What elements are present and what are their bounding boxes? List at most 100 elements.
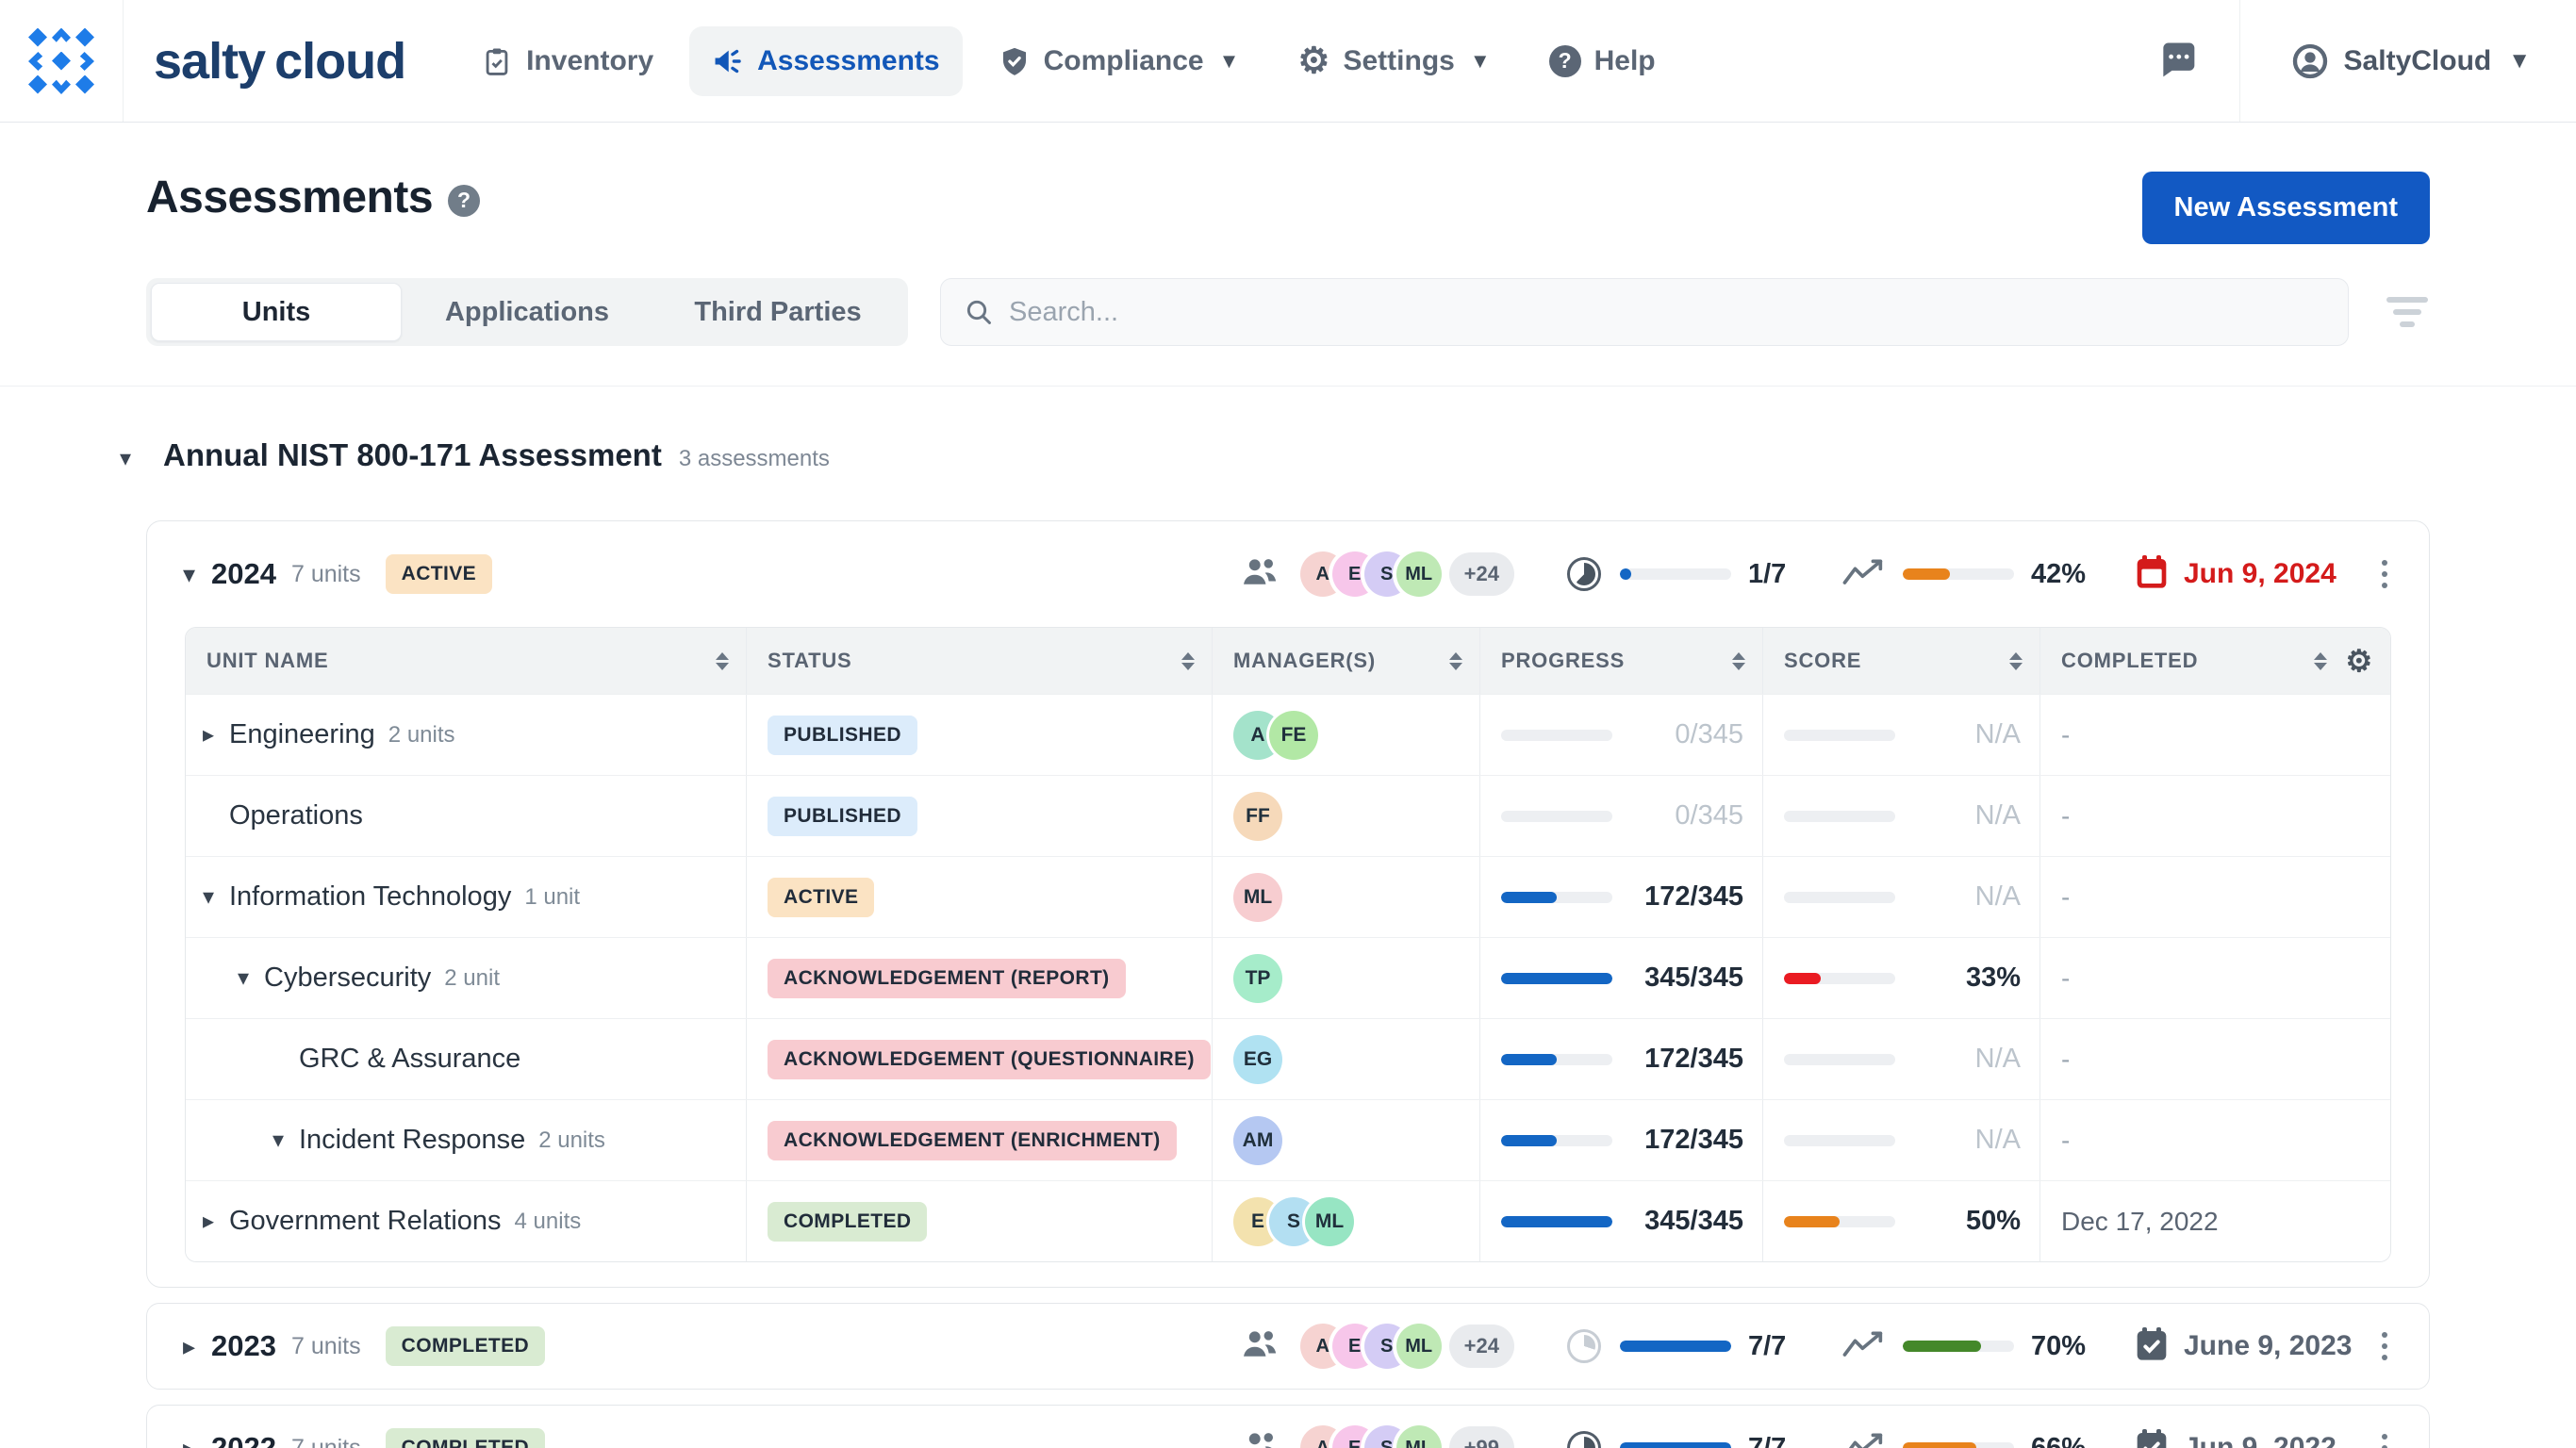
col-progress: PROGRESS [1479, 628, 1762, 694]
table-row[interactable]: GRC & Assurance ACKNOWLEDGEMENT (QUESTIO… [186, 1018, 2390, 1099]
unit-name-cell: ▾ Cybersecurity 2 unit [186, 938, 746, 1018]
assessment-units-count: 7 units [290, 560, 361, 587]
unit-name[interactable]: GRC & Assurance [299, 1044, 520, 1075]
table-row[interactable]: ▾ Information Technology 1 unit ACTIVE M… [186, 856, 2390, 937]
nav-help[interactable]: ? Help [1527, 26, 1678, 96]
unit-name[interactable]: Incident Response [299, 1125, 525, 1156]
avatar[interactable]: FE [1269, 710, 1318, 760]
status-badge: ACKNOWLEDGEMENT (ENRICHMENT) [768, 1120, 1177, 1160]
row-expand-caret[interactable]: ▾ [272, 1127, 299, 1154]
status-cell: ACKNOWLEDGEMENT (ENRICHMENT) [746, 1100, 1212, 1180]
section-collapse-caret[interactable]: ▾ [120, 445, 146, 472]
kebab-menu[interactable] [2372, 551, 2397, 598]
sort-toggle[interactable] [1732, 651, 1745, 670]
avatar[interactable]: ML [1395, 551, 1442, 597]
expand-caret-icon[interactable]: ▸ [183, 1332, 211, 1361]
navbar-right: SaltyCloud ▼ [2156, 0, 2576, 122]
kebab-menu[interactable] [2372, 1424, 2397, 1448]
row-expand-caret[interactable]: ▾ [203, 883, 229, 911]
completed-date: Jun 9, 2022 [2184, 1432, 2337, 1448]
user-menu[interactable]: SaltyCloud ▼ [2240, 42, 2576, 80]
assessment-2024-header[interactable]: ▾ 2024 7 units ACTIVE A E S ML +24 1/7 4… [147, 521, 2429, 627]
unit-name[interactable]: Information Technology [229, 881, 511, 913]
filter-icon[interactable] [2385, 297, 2430, 327]
row-expand-caret[interactable]: ▸ [203, 1208, 229, 1235]
managers-cell: E S ML [1212, 1181, 1479, 1261]
chat-bubble-icon [2162, 42, 2194, 77]
avatar[interactable]: ML [1305, 1196, 1354, 1246]
top-navbar: salty cloud Inventory Assessments Complia… [0, 0, 2576, 123]
row-expand-caret[interactable]: ▸ [203, 721, 229, 749]
managers-cell: ML [1212, 857, 1479, 937]
avatar-overflow-badge[interactable]: +99 [1448, 1426, 1514, 1448]
expand-caret-icon[interactable]: ▸ [183, 1434, 211, 1448]
collapse-caret-icon[interactable]: ▾ [183, 560, 211, 589]
tab-units[interactable]: Units [151, 283, 402, 341]
assessment-card-collapsed[interactable]: ▸ 2022 7 units COMPLETED A E S ML +99 7/… [146, 1405, 2430, 1448]
chat-bubble-button[interactable] [2156, 38, 2198, 84]
col-score: SCORE [1762, 628, 2039, 694]
sort-toggle[interactable] [1181, 651, 1195, 670]
unit-name[interactable]: Engineering [229, 719, 375, 750]
app-grid-button[interactable] [0, 0, 124, 122]
table-row[interactable]: ▸ Engineering 2 units PUBLISHED A FE 0/3… [186, 694, 2390, 775]
page-help-icon[interactable]: ? [448, 184, 481, 217]
column-settings-gear-icon[interactable]: ⚙ [2346, 646, 2374, 676]
sort-toggle[interactable] [716, 651, 729, 670]
tab-applications[interactable]: Applications [402, 283, 652, 341]
progress-track [1501, 1053, 1612, 1065]
kebab-menu[interactable] [2372, 1323, 2397, 1370]
avatar[interactable]: TP [1233, 953, 1282, 1003]
page-title: Assessments [146, 173, 434, 222]
nav-compliance[interactable]: Compliance ▼ [976, 26, 1263, 96]
avatar[interactable]: EG [1233, 1034, 1282, 1084]
avatar-overflow-badge[interactable]: +24 [1448, 1325, 1514, 1368]
avatar[interactable]: ML [1395, 1324, 1442, 1369]
completed-cell: Dec 17, 2022 [2039, 1181, 2390, 1261]
avatar[interactable]: AM [1233, 1115, 1282, 1165]
brand-logo[interactable]: salty cloud [154, 32, 406, 90]
progress-cell: 345/345 [1479, 938, 1762, 1018]
row-expand-caret[interactable]: ▾ [238, 964, 264, 992]
table-row[interactable]: ▾ Incident Response 2 units ACKNOWLEDGEM… [186, 1099, 2390, 1180]
avatar[interactable]: FF [1233, 791, 1282, 841]
nav-inventory[interactable]: Inventory [458, 26, 676, 96]
tab-third-parties[interactable]: Third Parties [652, 283, 903, 341]
table-row[interactable]: ▾ Cybersecurity 2 unit ACKNOWLEDGEMENT (… [186, 937, 2390, 1018]
status-badge: ACTIVE [768, 877, 875, 917]
assessment-units-count: 7 units [290, 1332, 361, 1359]
sort-toggle[interactable] [1449, 651, 1462, 670]
search-bar[interactable] [940, 278, 2349, 346]
avatar[interactable]: ML [1395, 1425, 1442, 1448]
status-cell: PUBLISHED [746, 776, 1212, 856]
trend-icon [1842, 1431, 1884, 1448]
status-cell: ACKNOWLEDGEMENT (REPORT) [746, 938, 1212, 1018]
unit-name[interactable]: Government Relations [229, 1206, 502, 1237]
section-title: Annual NIST 800-171 Assessment [163, 437, 662, 472]
nav-assessments[interactable]: Assessments [689, 25, 963, 96]
score-cell: N/A [1762, 1100, 2039, 1180]
unit-subcount: 2 units [538, 1127, 605, 1153]
score-cell: N/A [1762, 1019, 2039, 1099]
shield-check-icon [1002, 47, 1026, 75]
assessment-card-collapsed[interactable]: ▸ 2023 7 units COMPLETED A E S ML +24 7/… [146, 1303, 2430, 1390]
avatar[interactable]: ML [1233, 872, 1282, 922]
unit-name[interactable]: Cybersecurity [264, 963, 431, 994]
calendar-check-icon [2133, 1427, 2171, 1448]
status-badge: COMPLETED [768, 1201, 928, 1242]
score-value: N/A [1974, 1125, 2021, 1155]
sort-toggle[interactable] [2313, 651, 2327, 670]
score-track [1784, 1053, 1895, 1065]
sort-toggle[interactable] [2009, 651, 2023, 670]
nav-settings[interactable]: ⚙ Settings ▼ [1275, 25, 1512, 98]
status-cell: PUBLISHED [746, 695, 1212, 775]
score-track [1784, 891, 1895, 903]
table-row[interactable]: Operations PUBLISHED FF 0/345 N/A - [186, 775, 2390, 856]
managers-cell: AM [1212, 1100, 1479, 1180]
avatar-overflow-badge[interactable]: +24 [1448, 552, 1514, 596]
search-input[interactable] [1009, 296, 2325, 328]
chevron-down-icon: ▼ [1469, 48, 1491, 73]
new-assessment-button[interactable]: New Assessment [2141, 172, 2430, 244]
unit-name[interactable]: Operations [229, 800, 363, 831]
table-row[interactable]: ▸ Government Relations 4 units COMPLETED… [186, 1180, 2390, 1261]
